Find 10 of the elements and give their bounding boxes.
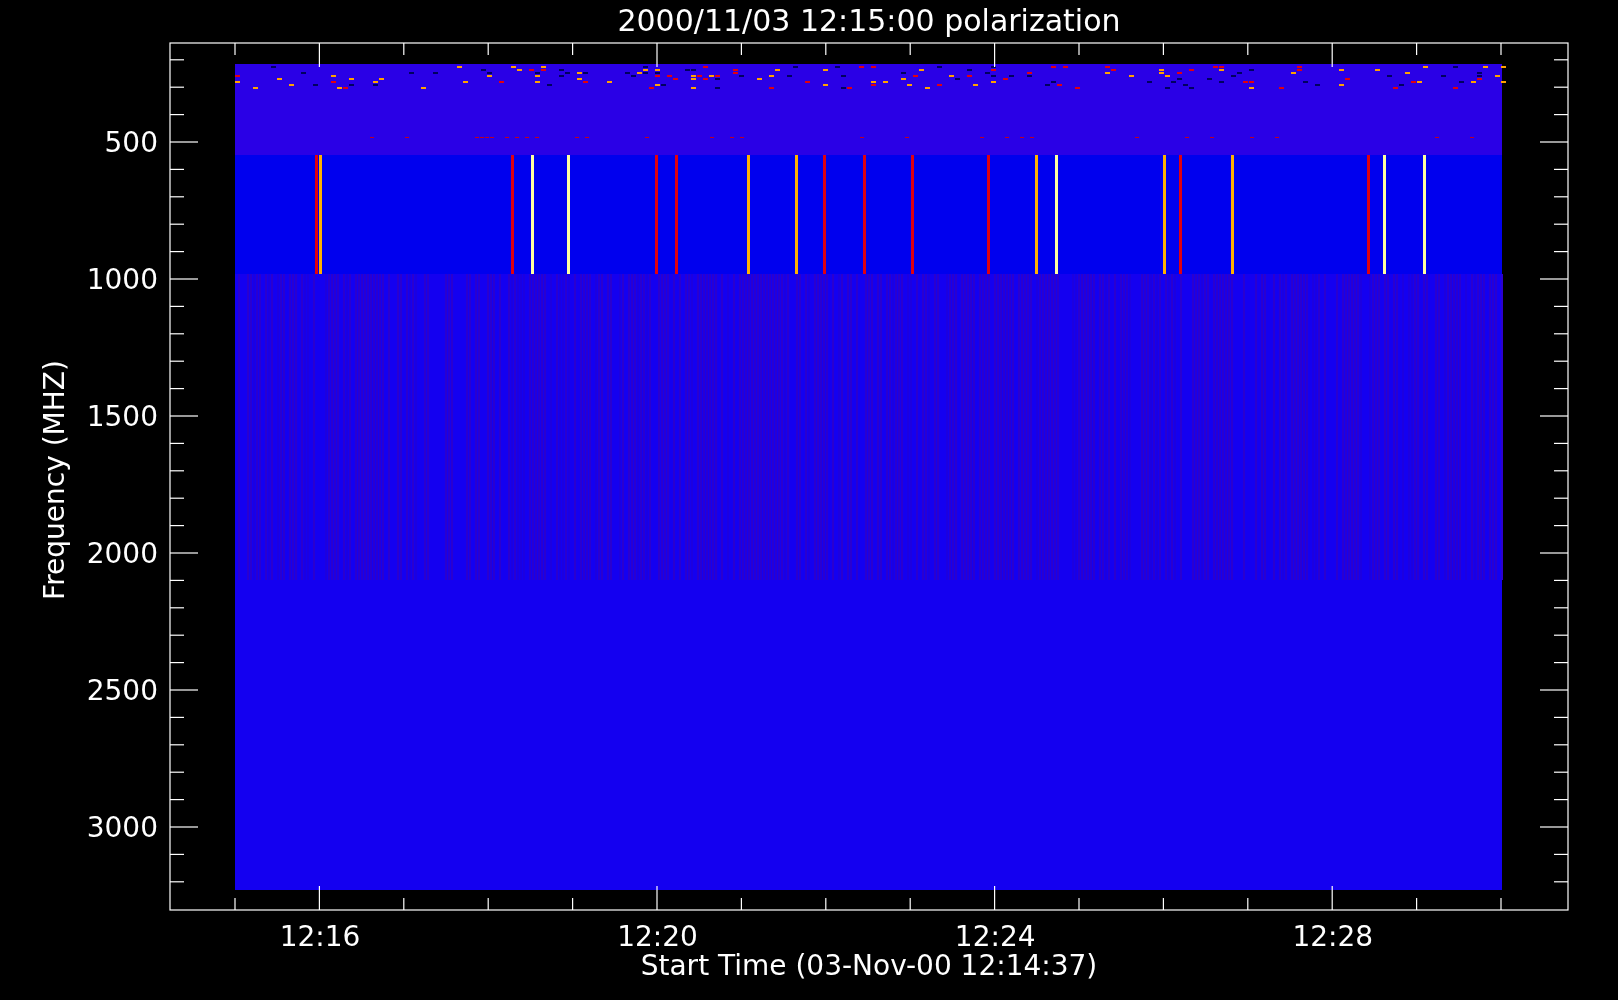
y-tick-label: 1500 (86, 400, 158, 433)
y-tick-label: 500 (104, 126, 158, 159)
x-tick-label: 12:16 (279, 920, 361, 953)
y-axis-title: Frequency (MHZ) (38, 360, 71, 600)
y-tick-label: 2000 (86, 537, 158, 570)
x-tick-label: 12:28 (1292, 920, 1374, 953)
y-tick-label: 1000 (86, 263, 158, 296)
y-tick-label: 3000 (86, 811, 158, 844)
chart-title: 2000/11/03 12:15:00 polarization (617, 3, 1121, 38)
y-tick-label: 2500 (86, 674, 158, 707)
